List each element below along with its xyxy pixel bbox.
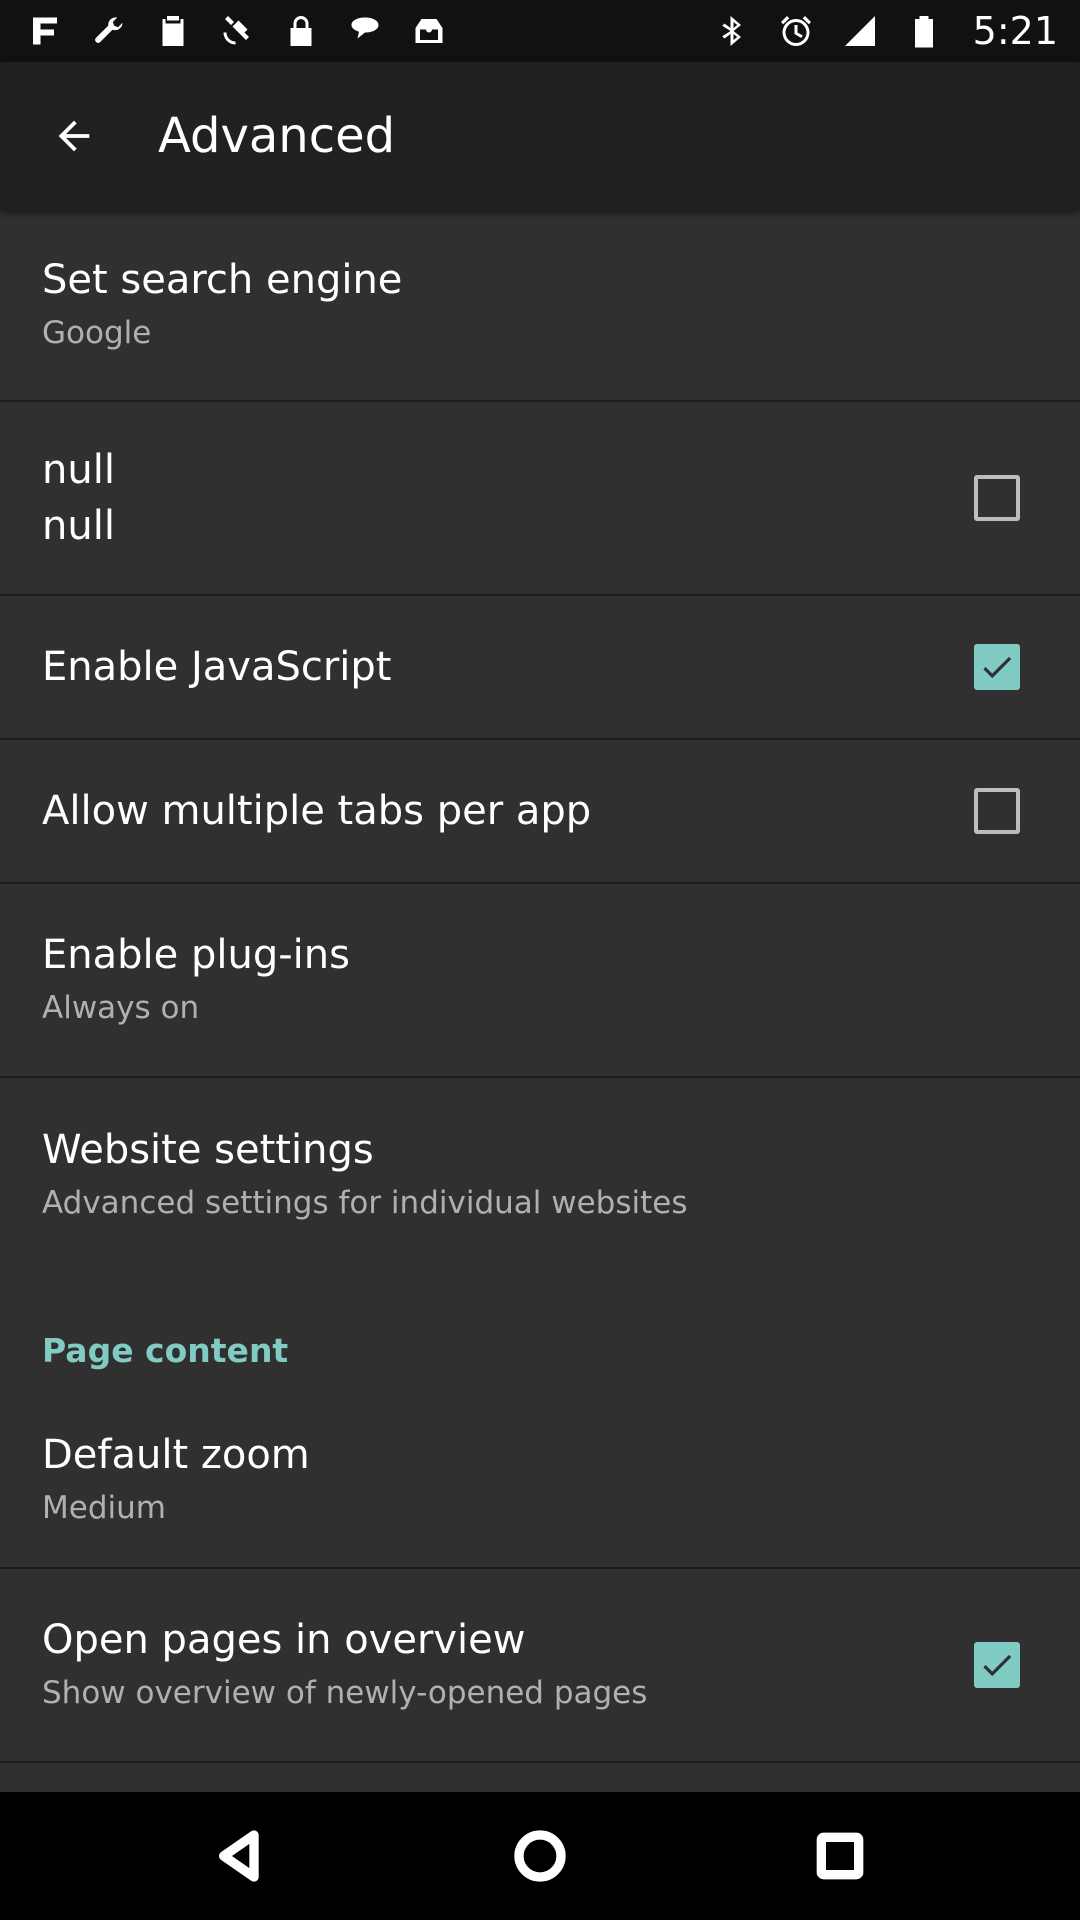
setting-summary: Always on [42,990,200,1026]
back-button[interactable] [24,86,124,186]
setting-null[interactable]: null null [0,402,1080,596]
checkmark-icon [983,1654,1012,1677]
multiple-tabs-checkbox[interactable] [974,788,1020,834]
setting-website-settings[interactable]: Website settings Advanced settings for i… [0,1078,1080,1272]
setting-title: Open pages in overview [42,1617,526,1663]
setting-next-partial[interactable] [0,1763,1080,1790]
recents-square-icon [816,1832,864,1880]
setting-title: Website settings [42,1127,374,1173]
overview-checkbox[interactable] [974,1642,1020,1688]
alarm-icon [777,12,815,50]
settings-list[interactable]: Set search engine Google null null Enabl… [0,210,1080,1790]
null-setting-checkbox[interactable] [974,475,1020,521]
setting-title: Enable JavaScript [42,644,392,690]
status-bar: 5:21 [0,0,1080,62]
checkmark-icon [983,656,1012,679]
setting-title: null [42,447,115,493]
setting-enable-javascript[interactable]: Enable JavaScript [0,596,1080,740]
setting-title: Allow multiple tabs per app [42,788,592,834]
clipboard-icon [154,12,192,50]
back-triangle-icon [219,1830,259,1882]
section-header-page-content: Page content [42,1331,289,1370]
setting-zoom-text: Default zoom Medium [42,1427,310,1533]
satellite-icon [218,12,256,50]
setting-search-engine[interactable]: Set search engine Google [0,210,1080,402]
setting-title: Default zoom [42,1431,310,1478]
javascript-checkbox[interactable] [974,644,1020,690]
setting-title: Set search engine [42,257,403,303]
message-icon [346,12,384,50]
inbox-icon [410,12,448,50]
page-title: Advanced [158,108,396,164]
status-left-icons [26,12,448,50]
setting-summary: Google [42,315,152,351]
setting-null-text: null null [42,442,115,554]
setting-default-zoom[interactable]: Default zoom Medium [0,1392,1080,1569]
lock-icon [282,12,320,50]
setting-javascript-text: Enable JavaScript [42,639,391,695]
setting-open-pages-overview[interactable]: Open pages in overview Show overview of … [0,1569,1080,1763]
nav-back-button[interactable] [195,1811,285,1901]
navigation-bar [0,1792,1080,1920]
setting-search-engine-text: Set search engine Google [42,252,402,358]
bluetooth-icon [713,12,751,50]
home-circle-icon [514,1830,566,1882]
setting-summary: null [42,503,115,549]
setting-summary: Medium [42,1489,166,1526]
nav-recents-button[interactable] [795,1811,885,1901]
setting-website-text: Website settings Advanced settings for i… [42,1122,687,1228]
nav-home-button[interactable] [495,1811,585,1901]
setting-enable-plugins[interactable]: Enable plug-ins Always on [0,884,1080,1078]
setting-overview-text: Open pages in overview Show overview of … [42,1612,647,1718]
status-time: 5:21 [972,9,1058,53]
app-notification-icon [26,12,64,50]
status-right-icons: 5:21 [713,9,1058,53]
setting-summary: Show overview of newly-opened pages [42,1675,648,1711]
setting-multiple-tabs-text: Allow multiple tabs per app [42,783,591,839]
setting-plugins-text: Enable plug-ins Always on [42,927,350,1033]
setting-summary: Advanced settings for individual website… [42,1185,688,1221]
signal-icon [841,12,879,50]
wrench-icon [90,12,128,50]
setting-title: Enable plug-ins [42,932,350,978]
app-bar: Advanced [0,62,1080,210]
arrow-left-icon [58,120,90,152]
setting-multiple-tabs[interactable]: Allow multiple tabs per app [0,740,1080,884]
battery-icon [905,12,943,50]
